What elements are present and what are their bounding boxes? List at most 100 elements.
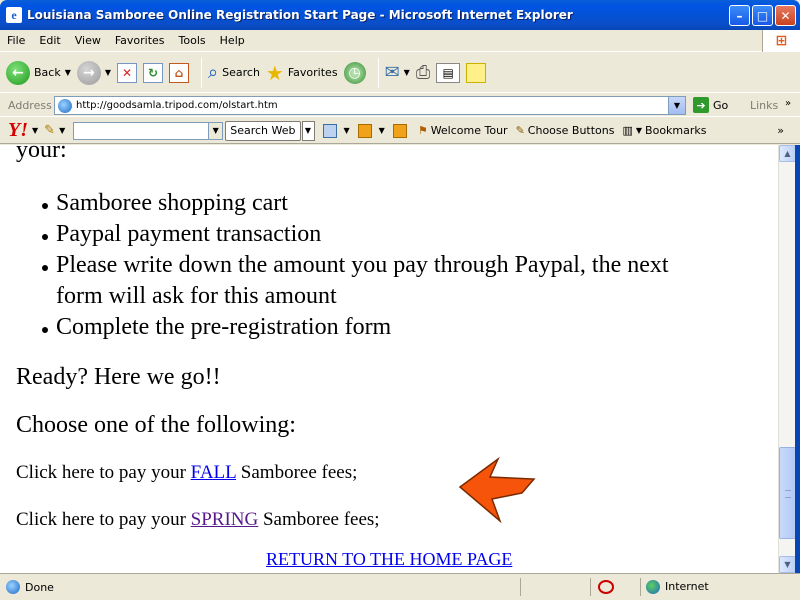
window-icon [322,123,337,138]
back-label: Back [34,66,61,79]
spring-prefix: Click here to pay your [16,509,191,530]
steps-list: Samboree shopping cart Paypal payment tr… [42,188,696,343]
toolbar-separator [377,57,379,88]
list-item: Paypal payment transaction [42,219,696,250]
forward-arrow-icon: → [76,60,101,85]
menu-file[interactable]: File [0,34,32,47]
search-label: Search [222,66,260,79]
vertical-scrollbar[interactable]: ▲ ▼ [778,145,796,573]
list-item: Samboree shopping cart [42,188,696,219]
chevron-down-icon[interactable]: ▼ [59,126,65,135]
home-button[interactable]: ⌂ [169,62,190,83]
yahoo-mail-tool[interactable] [392,123,410,138]
print-button[interactable]: ⎙ [416,62,430,83]
ie-icon: e [6,7,22,23]
search-button[interactable]: ⌕ Search [208,62,260,83]
welcome-tour-label: Welcome Tour [430,124,508,137]
choose-text: Choose one of the following: [16,412,296,438]
pencil-icon: ✎ [515,124,525,137]
fall-link[interactable]: FALL [191,462,236,483]
target-icon [357,123,372,138]
pencil-icon[interactable]: ✎ [44,123,55,138]
bookmarks-icon: ▥ [622,124,633,137]
scroll-up-button[interactable]: ▲ [779,145,796,162]
yahoo-more-button[interactable]: » [777,124,784,137]
yahoo-logo[interactable]: Y! [8,119,28,142]
standard-toolbar: ← Back ▼ → ▼ ✕ ↻ ⌂ ⌕ Search ★ Favorites … [0,53,800,93]
globe-icon [646,580,660,594]
go-button[interactable]: ➔ Go [693,97,728,113]
history-button[interactable]: ◷ [343,61,366,84]
toolbar-separator [201,57,203,88]
page-done-icon [6,580,20,594]
welcome-tour-button[interactable]: ⚑ Welcome Tour [418,124,508,137]
refresh-icon: ↻ [143,62,164,83]
forward-button[interactable]: → ▼ [76,60,111,85]
star-icon: ★ [265,60,284,85]
choose-buttons-label: Choose Buttons [527,124,615,137]
choose-buttons-button[interactable]: ✎ Choose Buttons [516,124,615,137]
window-controls: – □ ✕ [729,5,796,26]
scroll-down-button[interactable]: ▼ [779,556,796,573]
favorites-button[interactable]: ★ Favorites [266,61,338,85]
chevron-down-icon[interactable]: ▼ [105,68,111,77]
menu-edit[interactable]: Edit [32,34,67,47]
fall-fees-line: Click here to pay your FALL Samboree fee… [16,462,357,484]
refresh-button[interactable]: ↻ [143,62,164,83]
back-button[interactable]: ← Back ▼ [6,60,71,85]
status-divider [640,578,641,596]
links-button[interactable]: Links [750,99,778,112]
address-input[interactable]: http://goodsamla.tripod.com/olstart.htm … [54,96,686,115]
status-divider [590,578,591,596]
address-label: Address [8,98,52,112]
menu-favorites[interactable]: Favorites [108,34,172,47]
chevron-down-icon[interactable]: ▼ [65,68,71,77]
security-zone: Internet [665,580,709,593]
yahoo-search-input[interactable]: ▼ [73,121,224,140]
window-border [795,145,800,573]
chevron-down-icon[interactable]: ▼ [208,122,223,139]
edit-button[interactable]: ▤ [436,62,461,83]
menu-view[interactable]: View [68,34,108,47]
fall-suffix: Samboree fees; [236,462,358,483]
bookmarks-button[interactable]: ▥ ▼ Bookmarks [622,124,706,137]
maximize-button[interactable]: □ [752,5,773,26]
chevron-down-icon[interactable]: ▼ [404,68,410,77]
list-item: Please write down the amount you pay thr… [42,250,696,312]
spring-fees-line: Click here to pay your SPRING Samboree f… [16,509,380,531]
fall-prefix: Click here to pay your [16,462,191,483]
go-arrow-icon: ➔ [693,97,709,113]
minimize-button[interactable]: – [729,5,750,26]
mail-icon: ✉ [384,62,400,83]
list-item: Complete the pre-registration form [42,312,696,343]
address-url[interactable]: http://goodsamla.tripod.com/olstart.htm [76,100,278,111]
yahoo-tool-2[interactable]: ▼ [357,123,385,138]
mail-button[interactable]: ✉ ▼ [385,62,410,83]
windows-logo-icon: ⊞ [762,30,800,52]
close-button[interactable]: ✕ [775,5,796,26]
menu-tools[interactable]: Tools [172,34,213,47]
yahoo-tool-1[interactable]: ▼ [322,123,350,138]
page-content: your: Samboree shopping cart Paypal paym… [0,145,778,573]
status-text: Done [25,580,54,594]
stop-button[interactable]: ✕ [117,62,138,83]
menu-bar: File Edit View Favorites Tools Help [0,30,800,52]
search-web-dropdown[interactable]: ▼ [301,120,315,141]
edit-page-icon: ▤ [436,62,461,83]
menu-help[interactable]: Help [213,34,252,47]
title-bar: e Louisiana Samboree Online Registration… [0,0,800,30]
arrow-icon [458,457,536,523]
page-icon [58,98,72,113]
note-icon [466,62,487,83]
privacy-icon[interactable] [598,580,614,594]
links-more-button[interactable]: » [785,98,791,109]
notes-button[interactable] [466,62,487,83]
search-web-button[interactable]: Search Web [225,120,301,141]
bookmarks-label: Bookmarks [645,124,707,137]
scroll-thumb[interactable] [779,447,796,539]
return-home-link[interactable]: RETURN TO THE HOME PAGE [266,549,512,570]
spring-link[interactable]: SPRING [191,509,259,530]
chevron-down-icon[interactable]: ▼ [668,97,685,114]
home-icon: ⌂ [169,62,190,83]
chevron-down-icon[interactable]: ▼ [32,126,38,135]
